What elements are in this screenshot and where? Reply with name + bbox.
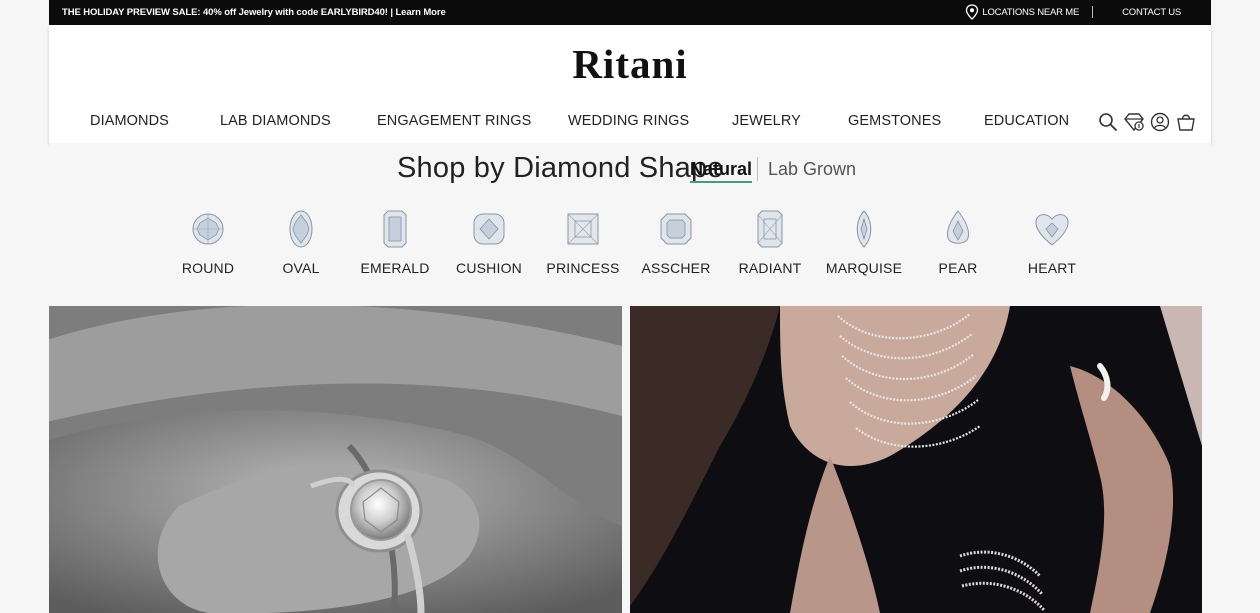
asscher-diamond-icon xyxy=(660,213,692,245)
heart-diamond-icon xyxy=(1035,214,1069,246)
jewelry-model-photo[interactable] xyxy=(630,306,1202,613)
nav-wedding-rings[interactable]: WEDDING RINGS xyxy=(568,113,689,129)
nav-lab-diamonds[interactable]: LAB DIAMONDS xyxy=(220,113,331,129)
shape-label-pear: PEAR xyxy=(938,260,978,276)
shape-label-radiant: RADIANT xyxy=(738,260,802,276)
shape-label-round: ROUND xyxy=(181,260,235,276)
necklace-model-image xyxy=(630,306,1202,613)
shape-round[interactable]: ROUND xyxy=(163,209,253,281)
account-icon[interactable] xyxy=(1149,111,1171,133)
shape-oval[interactable]: OVAL xyxy=(256,209,346,281)
locations-link[interactable]: LOCATIONS NEAR ME xyxy=(982,7,1079,18)
emerald-diamond-icon xyxy=(383,210,407,248)
promo-links: LOCATIONS NEAR ME CONTACT US xyxy=(965,4,1181,20)
nav-diamonds[interactable]: DIAMONDS xyxy=(90,113,169,129)
nav-gemstones[interactable]: GEMSTONES xyxy=(848,113,941,129)
shape-marquise[interactable]: MARQUISE xyxy=(819,209,909,281)
marquise-diamond-icon xyxy=(856,210,872,248)
shape-label-heart: HEART xyxy=(1027,260,1077,276)
ring-on-hand-image xyxy=(49,306,622,613)
shape-pear[interactable]: PEAR xyxy=(913,209,1003,281)
nav-education[interactable]: EDUCATION xyxy=(984,113,1069,129)
pear-diamond-icon xyxy=(947,210,969,244)
shape-label-oval: OVAL xyxy=(282,260,320,276)
shape-label-marquise: MARQUISE xyxy=(825,260,903,276)
oval-diamond-icon xyxy=(289,210,313,248)
promo-divider xyxy=(1092,6,1094,18)
shape-heart[interactable]: HEART xyxy=(1007,209,1097,281)
shape-label-cushion: CUSHION xyxy=(456,260,522,276)
princess-diamond-icon xyxy=(567,213,599,245)
location-pin-icon xyxy=(966,4,979,20)
promo-bar: THE HOLIDAY PREVIEW SALE: 40% off Jewelr… xyxy=(49,0,1211,25)
contact-link[interactable]: CONTACT US xyxy=(1122,7,1181,18)
header-icons xyxy=(1097,111,1195,133)
page-frame: THE HOLIDAY PREVIEW SALE: 40% off Jewelr… xyxy=(49,0,1211,613)
shape-section-heading: Shop by Diamond Shape xyxy=(397,152,724,184)
shape-emerald[interactable]: EMERALD xyxy=(350,209,440,281)
nav-engagement-rings[interactable]: ENGAGEMENT RINGS xyxy=(377,113,531,129)
shape-radiant[interactable]: RADIANT xyxy=(725,209,815,281)
brand-logo[interactable]: Ritani xyxy=(49,40,1211,88)
shape-label-asscher: ASSCHER xyxy=(641,260,711,276)
diamond-icon[interactable] xyxy=(1123,111,1145,133)
nav-jewelry[interactable]: JEWELRY xyxy=(732,113,801,129)
shape-asscher[interactable]: ASSCHER xyxy=(631,209,721,281)
lab-grown-toggle[interactable]: Lab Grown xyxy=(768,159,856,180)
natural-toggle[interactable]: Natural xyxy=(690,159,753,183)
shape-label-princess: PRINCESS xyxy=(546,260,620,276)
search-icon[interactable] xyxy=(1097,111,1119,133)
round-diamond-icon xyxy=(192,213,224,245)
main-nav: DIAMONDS LAB DIAMONDS ENGAGEMENT RINGS W… xyxy=(49,113,1211,133)
promo-text[interactable]: THE HOLIDAY PREVIEW SALE: 40% off Jewelr… xyxy=(62,7,446,18)
cart-icon[interactable] xyxy=(1175,111,1197,133)
engagement-ring-photo[interactable] xyxy=(49,306,622,613)
shop-by-shape-section: Shop by Diamond Shape Natural Lab Grown … xyxy=(49,143,1211,306)
radiant-diamond-icon xyxy=(757,210,783,248)
shape-label-emerald: EMERALD xyxy=(360,260,430,276)
cushion-diamond-icon xyxy=(473,213,505,245)
site-header: Ritani DIAMONDS LAB DIAMONDS ENGAGEMENT … xyxy=(49,25,1211,143)
shape-cushion[interactable]: CUSHION xyxy=(444,209,534,281)
shape-princess[interactable]: PRINCESS xyxy=(538,209,628,281)
toggle-divider xyxy=(757,157,758,181)
